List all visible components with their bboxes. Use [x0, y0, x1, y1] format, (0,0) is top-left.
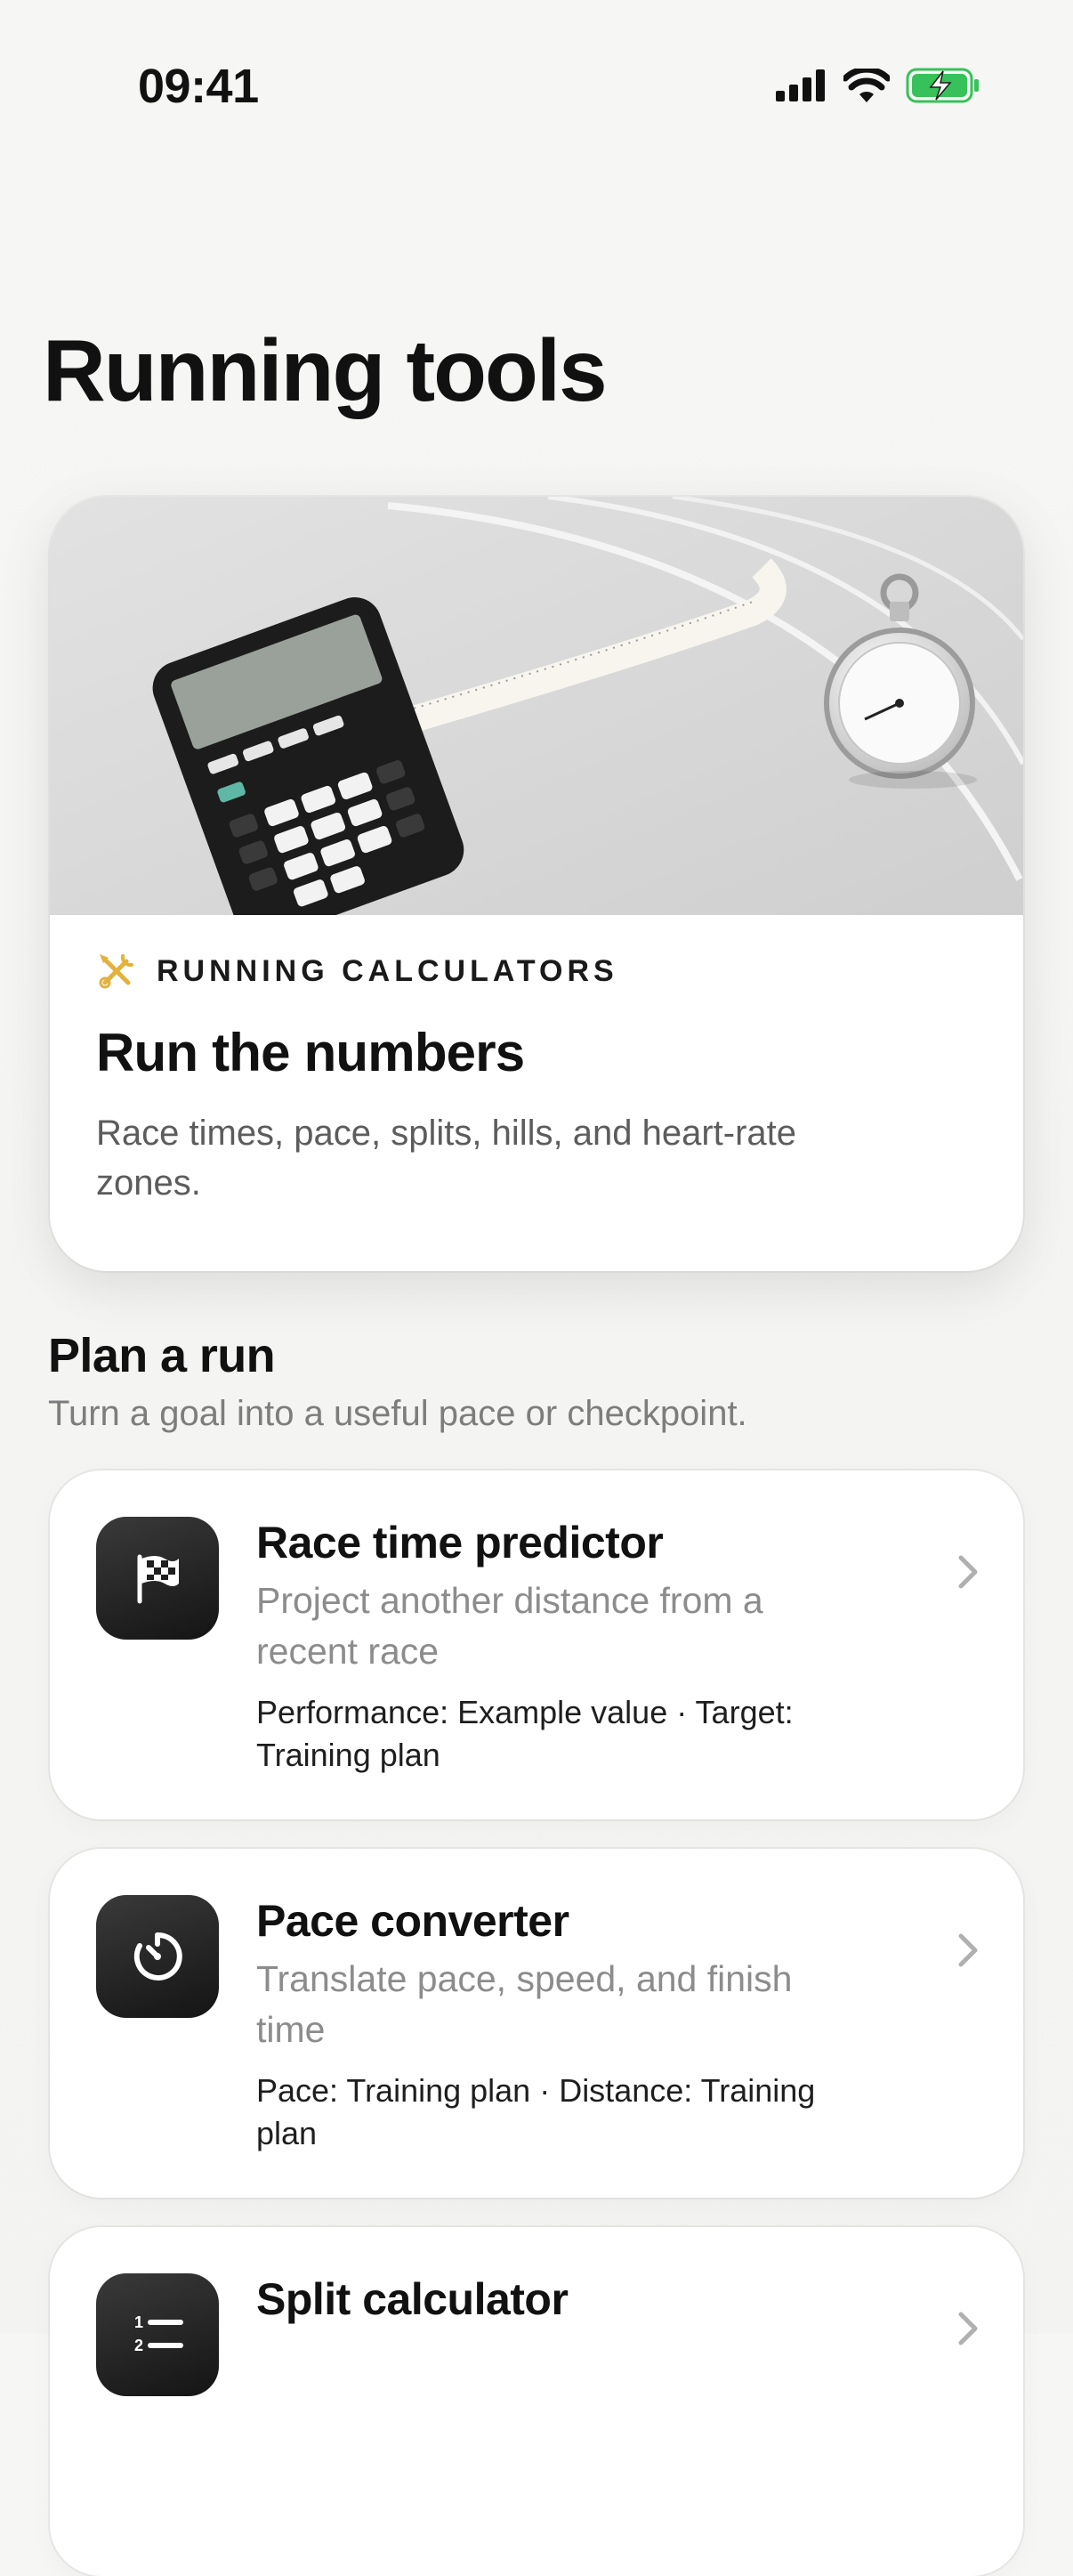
page-title: Running tools: [43, 321, 608, 419]
hero-body: RUNNING CALCULATORS Run the numbers Race…: [96, 951, 977, 1208]
status-time: 09:41: [138, 60, 259, 113]
tool-card-split-calculator[interactable]: 1 2 Split calculator: [50, 2227, 1023, 2576]
tool-meta: Pace: Training plan · Distance: Training…: [256, 2072, 816, 2151]
timer-icon: [133, 1932, 182, 1981]
tool-card-race-time-predictor[interactable]: Race time predictor Project another dist…: [50, 1470, 1023, 1819]
cellular-signal-icon: [776, 69, 825, 101]
svg-text:2: 2: [134, 2337, 143, 2354]
tool-description: Project another distance from a recent r…: [256, 1580, 763, 1672]
tool-icon-tile: 1 2: [96, 2273, 219, 2396]
chevron-right-icon: [958, 1555, 978, 1589]
tool-title: Split calculator: [256, 2274, 569, 2324]
hero-eyebrow-row: RUNNING CALCULATORS: [96, 951, 977, 992]
hero-title: Run the numbers: [96, 1023, 525, 1082]
checkered-flag-icon: [137, 1554, 179, 1604]
chevron-right-icon: [958, 1933, 978, 1967]
hero-card[interactable]: RUNNING CALCULATORS Run the numbers Race…: [50, 497, 1023, 1271]
status-bar: 09:41: [0, 0, 1073, 169]
tool-icon-tile: [96, 1517, 219, 1640]
tool-description: Translate pace, speed, and finish time: [256, 1958, 793, 2050]
status-icons: [776, 68, 980, 103]
section-subtitle: Turn a goal into a useful pace or checkp…: [48, 1394, 747, 1433]
tool-title: Pace converter: [256, 1896, 569, 1946]
tool-meta: Performance: Example value · Target: Tra…: [256, 1694, 794, 1773]
hero-eyebrow: RUNNING CALCULATORS: [157, 953, 618, 988]
wifi-icon: [843, 69, 890, 102]
numbered-list-icon: 1 2: [134, 2313, 183, 2354]
tool-card-pace-converter[interactable]: Pace converter Translate pace, speed, an…: [50, 1849, 1023, 2198]
battery-charging-icon: [906, 68, 979, 103]
hero-description: Race times, pace, splits, hills, and hea…: [96, 1114, 797, 1203]
chevron-right-icon: [958, 2312, 978, 2345]
tool-icon-tile: [96, 1895, 219, 2018]
tool-title: Race time predictor: [256, 1518, 664, 1567]
hero-image: [50, 497, 1023, 915]
tools-icon: [99, 954, 133, 989]
svg-text:1: 1: [134, 2313, 143, 2331]
section-title: Plan a run: [48, 1329, 276, 1382]
